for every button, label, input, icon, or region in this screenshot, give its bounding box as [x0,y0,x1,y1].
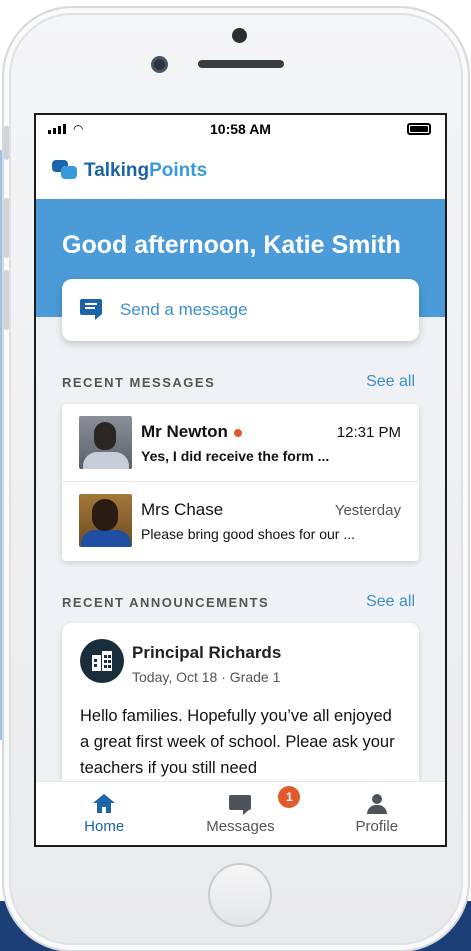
app-header: TalkingPoints [36,143,445,199]
announcement-author: Principal Richards [132,643,282,662]
status-time: 10:58 AM [210,121,271,137]
messages-icon [229,794,252,815]
battery-icon [407,123,431,135]
mute-switch [4,126,9,160]
message-preview: Please bring good shoes for our ... [141,526,356,542]
front-sensor [232,28,247,43]
messages-see-all-link[interactable]: See all [366,373,415,391]
message-sender-name: Mr Newton [141,422,242,442]
send-message-button[interactable]: Send a message [62,279,419,341]
announcement-body: Hello families. Hopefully you’ve all enj… [80,707,395,777]
greeting-title: Good afternoon, Katie Smith [62,231,401,259]
bottom-tab-bar: Home 1 Messages Profile [36,781,445,845]
tab-home[interactable]: Home [36,782,172,845]
message-row-chase[interactable]: Mrs Chase Yesterday Please bring good sh… [62,482,419,560]
home-hardware-button[interactable] [208,863,272,927]
app-logo-text: TalkingPoints [84,160,208,181]
message-time: Yesterday [334,502,401,519]
announcement-meta: Today, Oct 18 · Grade 1 [132,669,281,685]
home-icon [93,794,116,814]
volume-up-button [4,198,9,258]
recent-messages-header: RECENT MESSAGES See all [62,373,415,391]
phone-screen: ◠ 10:58 AM TalkingPoints Good afternoon,… [34,113,447,847]
building-icon [80,639,124,683]
message-sender-name: Mrs Chase [141,500,224,519]
avatar [79,416,132,469]
unread-indicator [233,428,242,437]
recent-messages-list: Mr Newton 12:31 PM Yes, I did receive th… [62,404,419,561]
tab-messages-label: Messages [206,818,275,835]
message-row-newton[interactable]: Mr Newton 12:31 PM Yes, I did receive th… [62,404,419,482]
messages-badge: 1 [278,786,301,808]
profile-icon [366,794,388,814]
message-icon [80,299,104,321]
message-preview: Yes, I did receive the form ... [141,448,330,464]
send-message-label: Send a message [120,300,248,319]
volume-down-button [4,270,9,330]
talkingpoints-logo-icon [52,160,80,182]
tab-messages[interactable]: 1 Messages [172,782,308,845]
announcements-see-all-link[interactable]: See all [366,593,415,611]
tab-home-label: Home [84,818,125,835]
front-camera [151,56,168,73]
recent-announcements-title: RECENT ANNOUNCEMENTS [62,594,270,610]
earpiece-speaker [198,60,284,68]
message-time: 12:31 PM [336,424,401,441]
tab-profile[interactable]: Profile [309,782,445,845]
recent-messages-title: RECENT MESSAGES [62,374,216,390]
recent-announcements-header: RECENT ANNOUNCEMENTS See all [62,593,415,611]
tab-profile-label: Profile [355,818,399,835]
status-bar: ◠ 10:58 AM [36,115,445,143]
avatar [79,494,132,547]
